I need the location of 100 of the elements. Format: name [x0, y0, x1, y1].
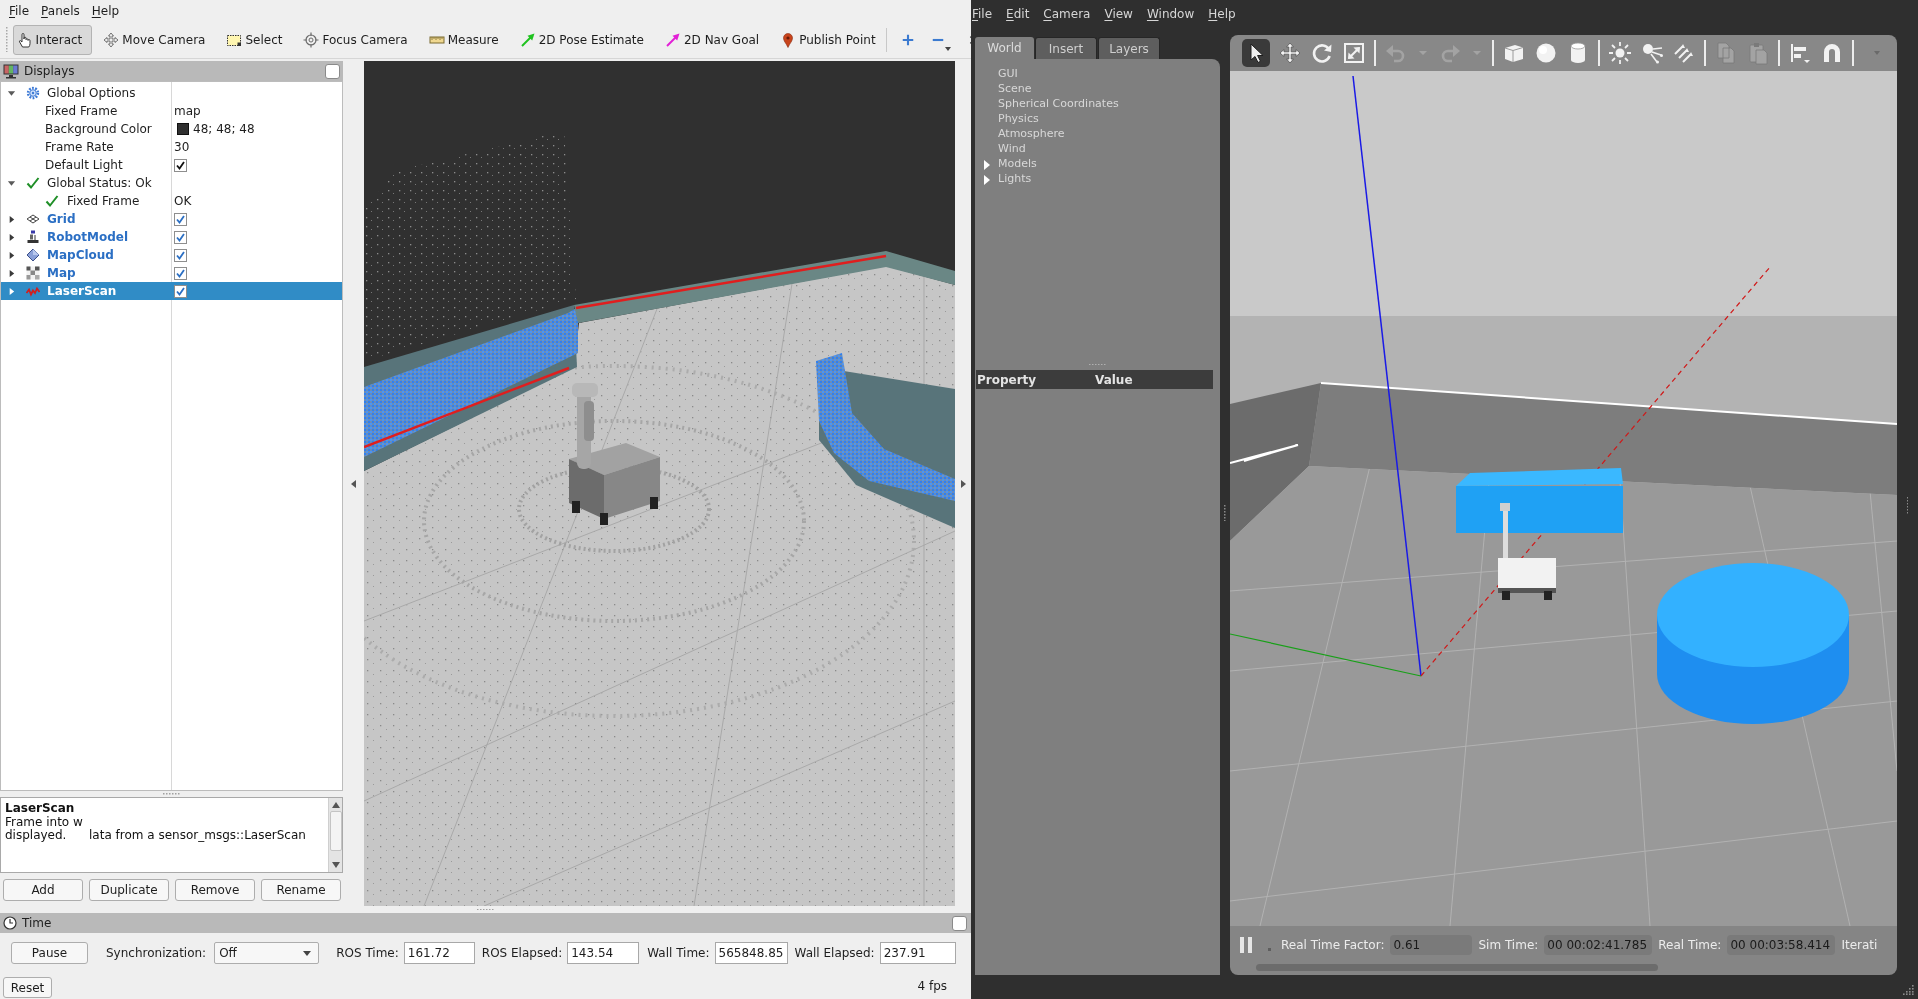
time-field[interactable]: 237.91 — [879, 942, 956, 964]
grip-dots-icon[interactable] — [1906, 497, 1909, 514]
menu-item[interactable]: Help — [91, 1, 120, 20]
field-label: Wall Time: — [647, 945, 710, 962]
time-field[interactable]: 161.72 — [403, 942, 475, 964]
spotlight-icon[interactable] — [1640, 41, 1664, 65]
pause-button[interactable]: Pause — [11, 942, 88, 964]
tree-label[interactable]: Global Options — [47, 84, 136, 102]
toolbar-button[interactable]: Move Camera — [99, 24, 216, 55]
scale-icon[interactable] — [1342, 41, 1366, 65]
tab[interactable]: Insert — [1035, 37, 1097, 59]
toolbar-button[interactable]: Publish Point — [776, 24, 886, 55]
scroll-down-arrow-icon[interactable] — [331, 862, 340, 868]
action-button[interactable]: Add — [3, 878, 83, 901]
menu-item[interactable]: Camera — [1043, 4, 1091, 23]
toolbar-button[interactable]: 2D Pose Estimate — [515, 24, 654, 55]
dropdown-caret-icon[interactable] — [944, 46, 951, 51]
menu-item[interactable]: File — [9, 1, 30, 20]
time-field[interactable]: 565848.85 — [714, 942, 788, 964]
move-arrows-icon — [103, 31, 120, 48]
reset-button[interactable]: Reset — [3, 977, 52, 998]
toolbar-button[interactable]: Focus Camera — [299, 24, 418, 55]
checkbox[interactable] — [174, 266, 187, 280]
time-field[interactable]: 143.54 — [567, 942, 640, 964]
monitor-icon — [3, 63, 19, 79]
move-arrows-icon[interactable] — [1278, 41, 1302, 65]
tree-label[interactable]: Frame Rate — [45, 138, 114, 156]
caret-down-icon[interactable] — [6, 178, 16, 188]
sync-dropdown[interactable]: Off — [214, 942, 320, 964]
scroll-up-arrow-icon[interactable] — [331, 802, 340, 808]
diagonal-arrow-icon — [519, 31, 536, 48]
grip-dots-icon[interactable] — [477, 908, 494, 911]
field-label: Synchronization: — [106, 945, 207, 962]
float-panel-button[interactable] — [325, 63, 340, 79]
menu-item[interactable]: View — [1104, 4, 1133, 23]
action-button[interactable]: Rename — [261, 878, 341, 901]
checkbox[interactable] — [174, 230, 187, 244]
tree-label[interactable]: Fixed Frame — [67, 192, 140, 210]
map-icon — [26, 266, 40, 280]
pause-icon[interactable] — [1240, 937, 1252, 953]
tree-label[interactable]: Fixed Frame — [45, 102, 118, 120]
tree-label[interactable]: Grid — [47, 210, 76, 228]
caret-down-icon[interactable] — [6, 88, 16, 98]
tree-label[interactable]: LaserScan — [47, 282, 117, 300]
viewport-3d[interactable] — [364, 61, 955, 906]
menu-item[interactable]: Help — [1208, 4, 1236, 23]
menu-item[interactable]: Edit — [1006, 4, 1030, 23]
menu-item[interactable]: File — [972, 4, 993, 23]
tree-label[interactable]: Default Light — [45, 156, 123, 174]
checkbox[interactable] — [174, 248, 187, 262]
wall-edge-line — [1230, 444, 1299, 464]
align-icon[interactable] — [1788, 41, 1812, 65]
sun-icon[interactable] — [1608, 41, 1632, 65]
toolbar-button[interactable]: 2D Nav Goal — [660, 24, 770, 55]
status-label: Real Time Factor: — [1281, 937, 1385, 954]
scrollbar-thumb[interactable] — [1256, 964, 1658, 971]
toolbar-button[interactable]: Select — [222, 24, 293, 55]
robot-icon — [26, 230, 40, 244]
sphere-icon[interactable] — [1534, 41, 1558, 65]
scrollbar[interactable] — [328, 798, 342, 872]
resize-grip-icon[interactable] — [1903, 984, 1914, 995]
diamond-icon — [26, 248, 40, 262]
tree-label[interactable]: MapCloud — [47, 246, 114, 264]
menu-item[interactable]: Window — [1146, 4, 1195, 23]
fps-readout: 4 fps — [917, 978, 947, 995]
column-header: Property — [976, 371, 1038, 389]
grid-icon — [26, 212, 40, 226]
description-text: lata from a sensor_msgs::LaserScan — [89, 829, 306, 842]
hand-pointer-icon — [16, 31, 33, 48]
expand-arrow-icon[interactable] — [960, 479, 966, 488]
property-value: OK — [174, 193, 192, 210]
checkbox[interactable] — [174, 284, 187, 298]
tree-label[interactable]: Map — [47, 264, 76, 282]
tree-label[interactable]: RobotModel — [47, 228, 129, 246]
collapse-arrow-icon[interactable] — [351, 479, 356, 488]
float-panel-button[interactable] — [952, 915, 967, 931]
column-header: Value — [1095, 371, 1133, 389]
selected-row[interactable]: LaserScan — [1, 282, 342, 300]
tab[interactable]: Layers — [1098, 37, 1160, 59]
property-value: map — [174, 103, 201, 120]
scrollbar-thumb[interactable] — [329, 811, 342, 851]
grip-dots-icon[interactable] — [1089, 363, 1106, 366]
gear-icon — [26, 86, 40, 100]
checkbox[interactable] — [174, 158, 187, 172]
action-button[interactable]: Remove — [175, 878, 255, 901]
toolbar-button[interactable]: Measure — [424, 24, 509, 55]
clock-icon — [3, 916, 17, 930]
rotate-icon[interactable] — [1310, 41, 1334, 65]
menu-item[interactable]: Panels — [41, 1, 80, 20]
action-button[interactable]: Duplicate — [89, 878, 169, 901]
crosshair-icon — [303, 31, 320, 48]
tree-label[interactable]: Background Color — [45, 120, 152, 138]
readout-field: 00 00:03:58.414 — [1727, 935, 1836, 955]
toolbar-button[interactable]: Interact — [12, 24, 93, 55]
plus-icon[interactable] — [900, 32, 915, 47]
checkbox[interactable] — [174, 212, 187, 226]
tree-label[interactable]: Global Status: Ok — [47, 174, 152, 192]
property-value: 30 — [174, 139, 190, 156]
color-swatch[interactable] — [177, 123, 189, 135]
description-text: Frame into w — [5, 816, 83, 829]
